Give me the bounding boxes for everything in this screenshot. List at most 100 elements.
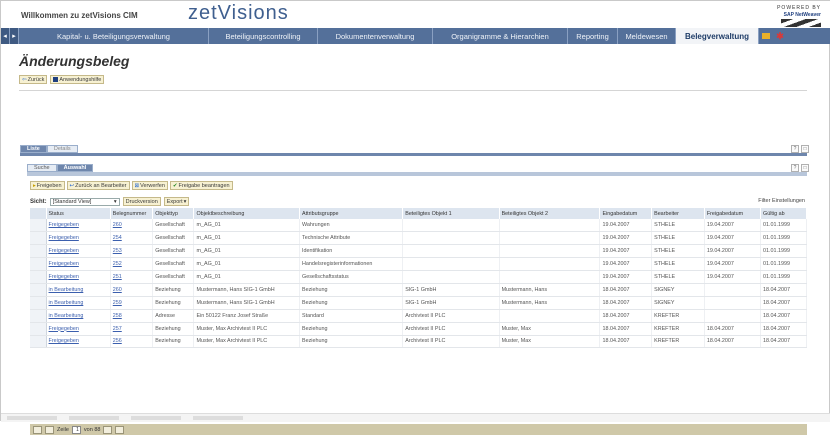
- document-number-link[interactable]: 252: [110, 257, 154, 272]
- table-cell: Beziehung: [152, 322, 195, 336]
- tab-auswahl[interactable]: Auswahl: [56, 164, 94, 172]
- filter-link[interactable]: Filter: [758, 198, 770, 204]
- column-header[interactable]: Objektbeschreibung: [193, 208, 300, 219]
- column-header[interactable]: Freigabedatum: [704, 208, 762, 219]
- sub-tabs: Suche Auswahl: [27, 164, 94, 172]
- table-row[interactable]: Freigegeben 256 Beziehung Muster, Max Archi…: [30, 335, 807, 349]
- table-row[interactable]: in Bearbeitung 258 Adresse Ein 50122 Franz …: [30, 309, 807, 323]
- table-row[interactable]: Freigegeben 252 Gesellschaft m_AG_01 Handels…: [30, 257, 807, 272]
- export-button[interactable]: Export ▾: [163, 197, 190, 206]
- nav-pin-icon[interactable]: ✱: [773, 28, 787, 44]
- document-number-link[interactable]: 253: [110, 244, 154, 259]
- status-link[interactable]: Freigegeben: [46, 335, 111, 349]
- help-button[interactable]: Anwendungshilfe: [50, 75, 105, 84]
- table-row[interactable]: in Bearbeitung 259 Beziehung Mustermann, Ha…: [30, 296, 807, 310]
- nav-item-organigramme[interactable]: Organigramme & Hierarchien: [433, 28, 568, 44]
- status-link[interactable]: Freigegeben: [46, 322, 111, 336]
- row-selector[interactable]: [30, 322, 47, 336]
- row-selector[interactable]: [30, 296, 47, 310]
- tab-suche[interactable]: Suche: [27, 164, 57, 172]
- first-page-button[interactable]: [33, 425, 42, 434]
- nav-item-belegverwaltung[interactable]: Belegverwaltung: [676, 28, 759, 44]
- prev-page-button[interactable]: [45, 425, 54, 434]
- reject-button[interactable]: ⊠ Verwerfen: [131, 181, 168, 190]
- status-link[interactable]: in Bearbeitung: [46, 283, 111, 297]
- return-icon: ↩: [69, 182, 75, 189]
- status-link[interactable]: Freigegeben: [46, 257, 111, 272]
- nav-item-kapital[interactable]: Kapital- u. Beteiligungsverwaltung: [19, 28, 209, 44]
- document-number-link[interactable]: 259: [110, 296, 154, 310]
- title-divider: [19, 90, 807, 91]
- nav-menu-icon[interactable]: [759, 28, 773, 44]
- status-link[interactable]: in Bearbeitung: [46, 296, 111, 310]
- table-row[interactable]: Freigegeben 257 Beziehung Muster, Max Archi…: [30, 322, 807, 336]
- document-number-link[interactable]: 260: [110, 283, 154, 297]
- row-selector[interactable]: [30, 270, 47, 284]
- column-header[interactable]: Belegnummer: [110, 208, 154, 219]
- column-header[interactable]: Attributsgruppe: [299, 208, 404, 219]
- status-link[interactable]: Freigegeben: [46, 219, 111, 233]
- document-number-link[interactable]: 254: [110, 231, 154, 246]
- panel-help-icon[interactable]: ?: [791, 145, 799, 153]
- column-header[interactable]: Objekttyp: [152, 208, 195, 219]
- select-all-header[interactable]: [30, 208, 47, 219]
- status-link[interactable]: Freigegeben: [46, 270, 111, 284]
- nav-left-arrow-icon[interactable]: ◂: [1, 28, 10, 44]
- table-row[interactable]: Freigegeben 253 Gesellschaft m_AG_01 Identif…: [30, 244, 807, 259]
- subpanel-help-icon[interactable]: ?: [791, 164, 799, 172]
- table-cell: 18.04.2007: [599, 335, 653, 349]
- row-selector[interactable]: [30, 219, 47, 233]
- row-selector[interactable]: [30, 283, 47, 297]
- column-header[interactable]: Eingabedatum: [599, 208, 653, 219]
- return-button[interactable]: ↩ Zurück an Bearbeiter: [66, 181, 130, 190]
- column-header[interactable]: Beteiligtes Objekt 2: [499, 208, 601, 219]
- row-selector[interactable]: [30, 231, 47, 246]
- release-button[interactable]: ▸ Freigeben: [30, 181, 65, 190]
- status-link[interactable]: in Bearbeitung: [46, 309, 111, 323]
- table-cell: SIG-1 GmbH: [402, 283, 500, 297]
- column-header[interactable]: Gültig ab: [760, 208, 807, 219]
- next-page-button[interactable]: [103, 425, 113, 434]
- table-cell: Ein 50122 Franz Josef Straße: [193, 309, 300, 323]
- subpanel-maximize-icon[interactable]: □: [801, 164, 809, 172]
- table-row[interactable]: in Bearbeitung 260 Beziehung Mustermann, Ha…: [30, 283, 807, 297]
- document-number-link[interactable]: 258: [110, 309, 154, 323]
- main-tabs: Liste Details: [20, 145, 78, 153]
- tab-liste[interactable]: Liste: [20, 145, 47, 153]
- nav-item-reporting[interactable]: Reporting: [568, 28, 618, 44]
- request-release-button[interactable]: ✔ Freigabe beantragen: [169, 181, 233, 190]
- table-cell: Beziehung: [152, 283, 195, 297]
- print-button[interactable]: Druckversion: [122, 197, 161, 206]
- column-header[interactable]: Beteiligtes Objekt 1: [402, 208, 500, 219]
- table-row[interactable]: Freigegeben 251 Gesellschaft m_AG_01 Gesells…: [30, 270, 807, 284]
- table-row[interactable]: Freigegeben 260 Gesellschaft m_AG_01 Wahrung…: [30, 219, 807, 233]
- row-selector[interactable]: [30, 309, 47, 323]
- row-input[interactable]: 1: [71, 425, 81, 434]
- last-page-button[interactable]: [115, 425, 125, 434]
- request-icon: ✔: [172, 182, 178, 189]
- nav-item-dokumentenverwaltung[interactable]: Dokumentenverwaltung: [318, 28, 433, 44]
- document-number-link[interactable]: 260: [110, 219, 154, 233]
- status-link[interactable]: Freigegeben: [46, 244, 111, 259]
- column-header[interactable]: Bearbeiter: [651, 208, 705, 219]
- view-select[interactable]: [Standard View] ▾: [49, 197, 120, 206]
- status-link[interactable]: Freigegeben: [46, 231, 111, 246]
- header: Willkommen zu zetVisions CIM zetVisions …: [1, 1, 830, 28]
- table-row[interactable]: Freigegeben 254 Gesellschaft m_AG_01 Technis…: [30, 231, 807, 246]
- nav-item-meldewesen[interactable]: Meldewesen: [618, 28, 676, 44]
- row-selector[interactable]: [30, 244, 47, 259]
- document-number-link[interactable]: 257: [110, 322, 154, 336]
- table-cell: 18.04.2007: [760, 335, 807, 349]
- back-button[interactable]: ⇦ Zurück: [19, 75, 48, 84]
- row-selector[interactable]: [30, 335, 47, 349]
- table-cell: 01.01.1999: [760, 231, 807, 246]
- nav-item-beteiligungscontrolling[interactable]: Beteiligungscontrolling: [209, 28, 318, 44]
- document-number-link[interactable]: 256: [110, 335, 154, 349]
- document-number-link[interactable]: 251: [110, 270, 154, 284]
- tab-details[interactable]: Details: [46, 145, 78, 153]
- panel-maximize-icon[interactable]: □: [801, 145, 809, 153]
- settings-link[interactable]: Einstellungen: [772, 198, 805, 204]
- column-header[interactable]: Status: [46, 208, 111, 219]
- row-selector[interactable]: [30, 257, 47, 272]
- nav-right-arrow-icon[interactable]: ▸: [10, 28, 19, 44]
